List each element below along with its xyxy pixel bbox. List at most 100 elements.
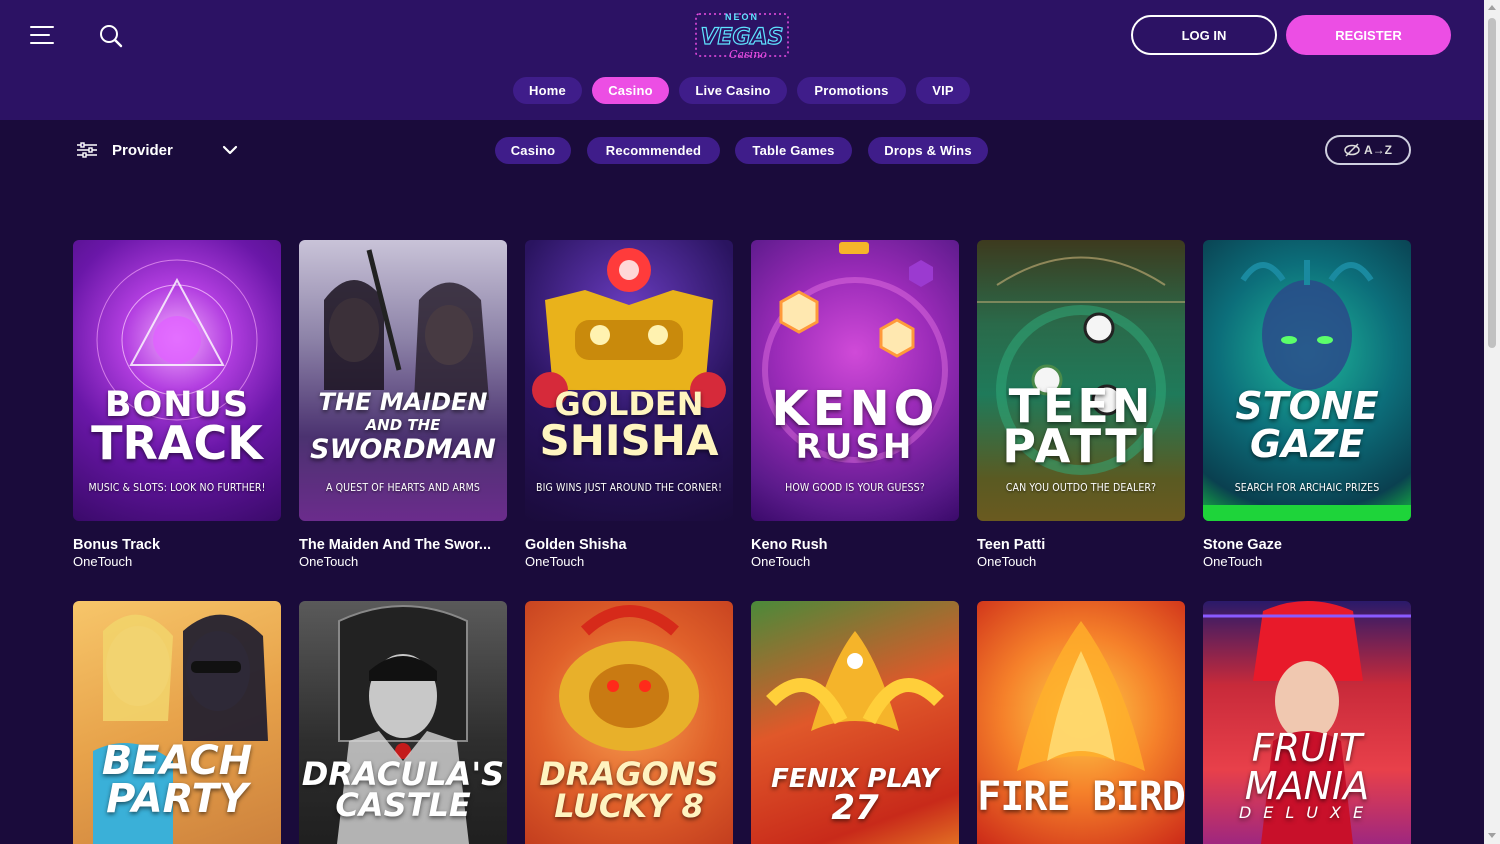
logo-top-text: NEON: [725, 12, 759, 22]
game-provider: OneTouch: [977, 554, 1037, 569]
game-card-fenix-play-27[interactable]: FENIX PLAY 27: [751, 601, 959, 844]
filter-casino[interactable]: Casino: [495, 137, 571, 164]
login-button[interactable]: LOG IN: [1131, 15, 1277, 55]
game-thumbnail[interactable]: THE MAIDEN AND THE SWORDMAN A QUEST OF H…: [299, 240, 507, 521]
sort-az-button[interactable]: A→Z: [1325, 135, 1411, 165]
art-title-line-2: RUSH: [795, 427, 915, 467]
game-name: Stone Gaze: [1203, 537, 1282, 553]
art-title-line-1: THE MAIDEN: [318, 388, 488, 416]
game-thumbnail[interactable]: DRACULA'S CASTLE: [299, 601, 507, 844]
medusa-art: [1203, 260, 1411, 521]
filter-table-games[interactable]: Table Games: [735, 137, 852, 164]
art-title-line-2: TRACK: [91, 416, 263, 470]
game-thumbnail[interactable]: BEACH PARTY: [73, 601, 281, 844]
page-scrollbar[interactable]: [1484, 0, 1500, 844]
game-provider: OneTouch: [751, 554, 811, 569]
art-title-line-2: SHISHA: [539, 416, 719, 465]
nav-live-casino[interactable]: Live Casino: [679, 77, 787, 104]
art-tagline: MUSIC & SLOTS: LOOK NO FURTHER!: [88, 482, 266, 494]
logo-main-text: VEGAS: [701, 25, 784, 50]
nav-home[interactable]: Home: [513, 77, 582, 104]
game-provider: OneTouch: [73, 554, 133, 569]
menu-line: [30, 42, 54, 44]
menu-line: [30, 34, 50, 36]
game-thumbnail[interactable]: FRUIT MANIA DELUXE: [1203, 601, 1411, 844]
game-thumbnail[interactable]: BONUS TRACK MUSIC & SLOTS: LOOK NO FURTH…: [73, 240, 281, 521]
art-title-line-3: DELUXE: [1238, 803, 1376, 822]
register-button[interactable]: REGISTER: [1286, 15, 1451, 55]
art-tagline: BIG WINS JUST AROUND THE CORNER!: [536, 482, 722, 494]
game-name: Keno Rush: [751, 537, 828, 553]
art-title-line-2: LUCKY 8: [554, 787, 704, 825]
eye-off-icon: [1344, 143, 1360, 157]
vinyl-art: [96, 259, 258, 421]
art-title-line-2: GAZE: [1249, 422, 1365, 466]
game-name: Bonus Track: [73, 537, 161, 553]
site-logo[interactable]: NEON VEGAS Casino: [690, 6, 794, 64]
main-nav: Home Casino Live Casino Promotions VIP: [0, 77, 1484, 104]
art-tagline: HOW GOOD IS YOUR GUESS?: [785, 482, 925, 494]
art-title-line-1: BEACH: [101, 738, 253, 784]
game-thumbnail[interactable]: TEEN PATTI CAN YOU OUTDO THE DEALER?: [977, 240, 1185, 521]
filter-bar: Provider Casino Recommended Table Games …: [0, 120, 1484, 180]
hamburger-menu-icon[interactable]: [30, 24, 58, 46]
sort-label: A→Z: [1364, 143, 1392, 157]
art-title-line-2: SWORDMAN: [310, 434, 496, 465]
scrollbar-thumb[interactable]: [1488, 18, 1496, 348]
game-card-fire-bird[interactable]: FIRE BIRD: [977, 601, 1185, 844]
nav-promotions[interactable]: Promotions: [797, 77, 906, 104]
characters-art: [324, 249, 489, 400]
art-tagline: A QUEST OF HEARTS AND ARMS: [325, 482, 481, 494]
game-card-golden-shisha[interactable]: GOLDEN SHISHA BIG WINS JUST AROUND THE C…: [525, 240, 733, 569]
art-title-line-1: DRAGONS: [539, 755, 719, 793]
game-name: Golden Shisha: [525, 537, 627, 553]
game-card-bonus-track[interactable]: BONUS TRACK MUSIC & SLOTS: LOOK NO FURTH…: [73, 240, 281, 569]
game-name: Teen Patti: [977, 537, 1046, 553]
art-title-line-2: 27: [831, 788, 879, 828]
art-title-line-1: STONE: [1235, 384, 1379, 428]
game-thumbnail[interactable]: KENO RUSH HOW GOOD IS YOUR GUESS?: [751, 240, 959, 521]
game-thumbnail[interactable]: FIRE BIRD: [977, 601, 1185, 844]
game-thumbnail[interactable]: DRAGONS LUCKY 8: [525, 601, 733, 844]
menu-line: [30, 26, 54, 28]
game-name: The Maiden And The Swor...: [299, 537, 492, 553]
game-provider: OneTouch: [299, 554, 359, 569]
game-thumbnail[interactable]: STONE GAZE SEARCH FOR ARCHAIC PRIZES: [1203, 240, 1411, 521]
search-icon[interactable]: [98, 23, 124, 49]
filter-recommended[interactable]: Recommended: [587, 137, 720, 164]
art-title-line-1: FIRE BIRD: [977, 774, 1185, 820]
game-card-maiden-swordman[interactable]: THE MAIDEN AND THE SWORDMAN A QUEST OF H…: [299, 240, 507, 569]
art-title-line-2: MANIA: [1244, 764, 1370, 808]
scroll-up-icon[interactable]: [1488, 5, 1496, 10]
art-tagline: CAN YOU OUTDO THE DEALER?: [1005, 482, 1157, 494]
chevron-down-icon: [222, 145, 238, 155]
art-title-line-2: PARTY: [106, 776, 248, 822]
game-card-keno-rush[interactable]: KENO RUSH HOW GOOD IS YOUR GUESS? Keno R…: [751, 240, 959, 569]
game-thumbnail[interactable]: GOLDEN SHISHA BIG WINS JUST AROUND THE C…: [525, 240, 733, 521]
provider-label: Provider: [112, 141, 173, 159]
game-card-teen-patti[interactable]: TEEN PATTI CAN YOU OUTDO THE DEALER? Tee…: [977, 240, 1185, 569]
lion-statue-art: [532, 248, 726, 408]
art-title-mid: AND THE: [365, 416, 441, 434]
sliders-icon: [77, 142, 97, 158]
game-card-dragons-lucky-8[interactable]: DRAGONS LUCKY 8: [525, 601, 733, 844]
game-card-draculas-castle[interactable]: DRACULA'S CASTLE: [299, 601, 507, 844]
game-card-fruit-mania-deluxe[interactable]: FRUIT MANIA DELUXE: [1203, 601, 1411, 844]
art-title-line-2: PATTI: [1002, 419, 1160, 473]
logo-sub-text: Casino: [729, 48, 767, 61]
nav-vip[interactable]: VIP: [916, 77, 970, 104]
provider-dropdown[interactable]: Provider: [76, 138, 256, 162]
game-card-beach-party[interactable]: BEACH PARTY: [73, 601, 281, 844]
game-provider: OneTouch: [1203, 554, 1263, 569]
art-title-line-1: FRUIT: [1251, 726, 1363, 770]
filter-drops-wins[interactable]: Drops & Wins: [868, 137, 988, 164]
art-title-line-1: KENO: [771, 381, 939, 437]
game-card-stone-gaze[interactable]: STONE GAZE SEARCH FOR ARCHAIC PRIZES Sto…: [1203, 240, 1411, 569]
art-tagline: SEARCH FOR ARCHAIC PRIZES: [1234, 482, 1380, 494]
site-header: NEON VEGAS Casino LOG IN REGISTER Home C…: [0, 0, 1484, 120]
game-provider: OneTouch: [525, 554, 585, 569]
game-thumbnail[interactable]: FENIX PLAY 27: [751, 601, 959, 844]
scroll-down-icon[interactable]: [1488, 833, 1496, 838]
art-title-line-2: CASTLE: [335, 786, 471, 824]
nav-casino[interactable]: Casino: [592, 77, 669, 104]
